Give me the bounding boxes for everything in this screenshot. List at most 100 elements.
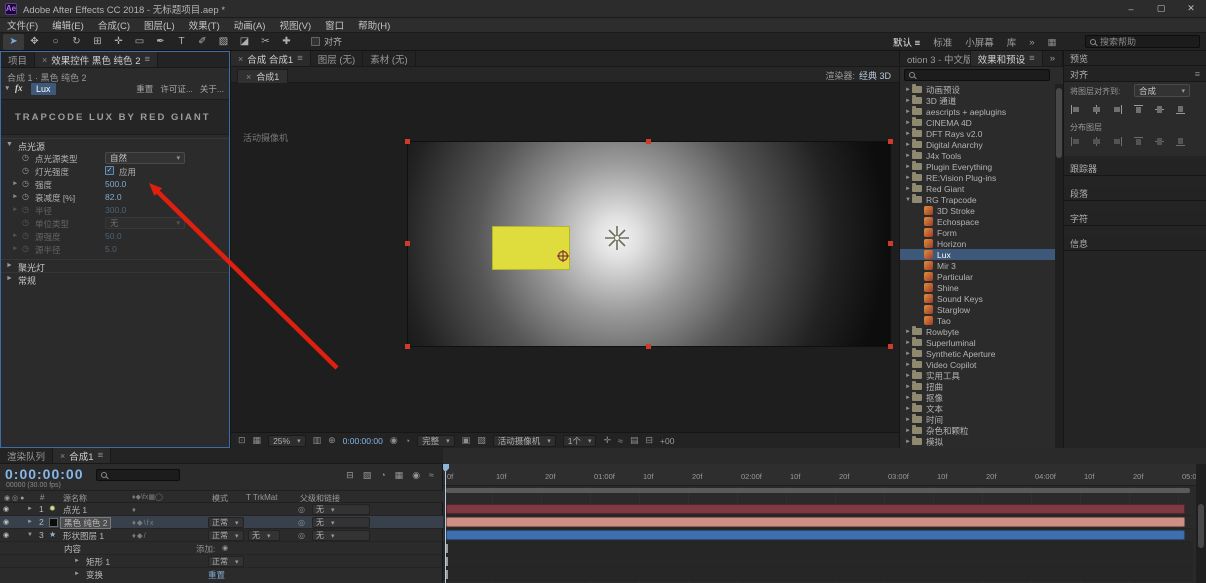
caret-right-icon[interactable]: ►: [12, 193, 18, 200]
align-bottom-icon[interactable]: [1175, 104, 1186, 115]
caret-down-icon[interactable]: ▼: [904, 197, 912, 203]
timeline-scrollbar[interactable]: [1196, 464, 1206, 583]
tab-render-queue[interactable]: 渲染队列: [0, 448, 53, 463]
tab-effects-presets[interactable]: 效果和预设 ≡: [971, 51, 1043, 66]
tab-composition[interactable]: × 合成 合成1 ≡: [231, 51, 311, 66]
distribute-left-icon[interactable]: [1133, 136, 1144, 147]
stopwatch-icon[interactable]: ◷: [22, 179, 29, 188]
caret-right-icon[interactable]: ►: [12, 180, 18, 187]
tab-script-panel[interactable]: otion 3 - 中文版: [900, 51, 971, 66]
license-button[interactable]: 许可证...: [160, 83, 193, 95]
layer-switches[interactable]: ♦◆/: [132, 531, 147, 540]
info-panel-header[interactable]: 信息: [1064, 236, 1206, 251]
resolution-dropdown[interactable]: 完整▾: [417, 435, 455, 447]
menubar-item[interactable]: 编辑(E): [45, 18, 91, 32]
rectangle-row[interactable]: ► 矩形 1 正常▾: [0, 555, 443, 568]
caret-down-icon[interactable]: ▼: [27, 532, 33, 538]
apply-checkbox[interactable]: ✓: [105, 166, 114, 175]
caret-right-icon[interactable]: ►: [904, 153, 912, 159]
effects-search[interactable]: [904, 69, 1050, 81]
grid-guides-icon[interactable]: ▦: [253, 435, 262, 446]
zoom-tool-icon[interactable]: ○: [45, 34, 66, 50]
effects-tree-item[interactable]: ►抠像: [900, 392, 1055, 403]
mini-flowchart-icon[interactable]: ⊟: [346, 470, 354, 481]
align-top-icon[interactable]: [1133, 104, 1144, 115]
distribute-vcenter-icon[interactable]: [1091, 136, 1102, 147]
always-preview-icon[interactable]: ⊡: [238, 435, 246, 446]
workspace-overflow-chevron[interactable]: »: [1029, 37, 1034, 48]
renderer-button[interactable]: 渲染器: 经典 3D: [825, 69, 891, 82]
distribute-hcenter-icon[interactable]: [1154, 136, 1165, 147]
caret-right-icon[interactable]: ►: [904, 120, 912, 126]
caret-right-icon[interactable]: ►: [904, 417, 912, 423]
effects-tree-item[interactable]: ►CINEMA 4D: [900, 117, 1055, 128]
layer-row-3[interactable]: ◉ ▼ 3 ★ 形状图层 1 ♦◆/ 正常▾ 无▾ ◎ 无▾: [0, 529, 443, 542]
pickwhip-icon[interactable]: ◎: [298, 518, 305, 527]
pickwhip-icon[interactable]: ◎: [298, 531, 305, 540]
layer-name[interactable]: 黑色 纯色 2: [60, 517, 111, 529]
tracker-panel-header[interactable]: 跟踪器: [1064, 161, 1206, 176]
reset-link[interactable]: 重置: [208, 569, 225, 581]
effects-tree-item[interactable]: ►杂色和颗粒: [900, 425, 1055, 436]
caret-right-icon[interactable]: ►: [904, 131, 912, 137]
magnification-dropdown[interactable]: 25%▾: [268, 435, 306, 447]
caret-right-icon[interactable]: ►: [904, 362, 912, 368]
light-center-point[interactable]: [615, 236, 620, 241]
align-panel-header[interactable]: 对齐 ≡: [1064, 67, 1206, 82]
caret-right-icon[interactable]: ►: [904, 142, 912, 148]
caret-right-icon[interactable]: ►: [904, 373, 912, 379]
caret-right-icon[interactable]: ►: [904, 164, 912, 170]
effects-tree-item[interactable]: ►DFT Rays v2.0: [900, 128, 1055, 139]
effects-tree-item[interactable]: ►J4x Tools: [900, 150, 1055, 161]
align-hcenter-icon[interactable]: [1091, 104, 1102, 115]
viewer-timecode[interactable]: 0:00:00:00: [343, 436, 383, 446]
panel-menu-icon[interactable]: ≡: [297, 53, 303, 64]
caret-right-icon[interactable]: ►: [74, 558, 80, 564]
menubar-item[interactable]: 窗口: [318, 18, 351, 32]
distribute-top-icon[interactable]: [1070, 136, 1081, 147]
effects-tree-item[interactable]: ►扭曲: [900, 381, 1055, 392]
caret-right-icon[interactable]: ►: [904, 109, 912, 115]
effects-tree-item[interactable]: ►Rowbyte: [900, 326, 1055, 337]
panel-menu-icon[interactable]: ≡: [144, 54, 150, 65]
layer-name[interactable]: 点光 1: [63, 504, 87, 516]
timeline-button-icon[interactable]: ▤: [630, 435, 639, 446]
panel-menu-icon[interactable]: ≡: [98, 450, 104, 461]
effects-tree-item[interactable]: Echospace: [900, 216, 1055, 227]
effects-tree-item[interactable]: ►Plugin Everything: [900, 161, 1055, 172]
type-tool-icon[interactable]: T: [171, 34, 192, 50]
libraries-icon[interactable]: ▦: [1048, 37, 1057, 48]
group-point-light[interactable]: ▼ 点光源: [1, 138, 229, 151]
character-panel-header[interactable]: 字符: [1064, 211, 1206, 226]
parent-dropdown[interactable]: 无▾: [312, 530, 370, 541]
workspace-tab[interactable]: 小屏幕: [965, 35, 994, 49]
caret-right-icon[interactable]: ►: [904, 186, 912, 192]
snap-checkbox[interactable]: [311, 37, 320, 46]
effects-tree-item[interactable]: ►Superluminal: [900, 337, 1055, 348]
caret-right-icon[interactable]: ►: [6, 262, 13, 269]
effects-tree-item[interactable]: Mir 3: [900, 260, 1055, 271]
caret-right-icon[interactable]: ►: [904, 329, 912, 335]
anchor-point-target[interactable]: [557, 250, 569, 262]
draft-3d-icon[interactable]: ▧: [363, 470, 372, 481]
shape-tool-icon[interactable]: ▭: [129, 34, 150, 50]
timeline-track-area[interactable]: 0f10f20f01:00f10f20f02:00f10f20f03:00f10…: [443, 448, 1206, 583]
effects-tree-item[interactable]: ►aescripts + aeplugins: [900, 106, 1055, 117]
roi-icon[interactable]: ▣: [462, 435, 471, 446]
flowchart-icon[interactable]: ⊟: [646, 435, 654, 446]
timeline-search[interactable]: [96, 469, 180, 481]
effects-tree-item[interactable]: Horizon: [900, 238, 1055, 249]
close-icon[interactable]: ×: [246, 72, 251, 82]
effects-tree-item[interactable]: ►Red Giant: [900, 183, 1055, 194]
caret-right-icon[interactable]: ►: [6, 275, 13, 282]
selection-handle[interactable]: [646, 139, 651, 144]
menubar-item[interactable]: 视图(V): [272, 18, 318, 32]
paragraph-panel-header[interactable]: 段落: [1064, 186, 1206, 201]
stopwatch-icon[interactable]: ◷: [22, 166, 29, 175]
tab-layer[interactable]: 图层 (无): [311, 51, 363, 66]
effects-tree-item[interactable]: ►3D 通道: [900, 95, 1055, 106]
menubar-item[interactable]: 图层(L): [137, 18, 182, 32]
exposure-value[interactable]: +00: [660, 436, 674, 446]
caret-down-icon[interactable]: ▼: [6, 141, 13, 148]
pen-tool-icon[interactable]: ✒: [150, 34, 171, 50]
